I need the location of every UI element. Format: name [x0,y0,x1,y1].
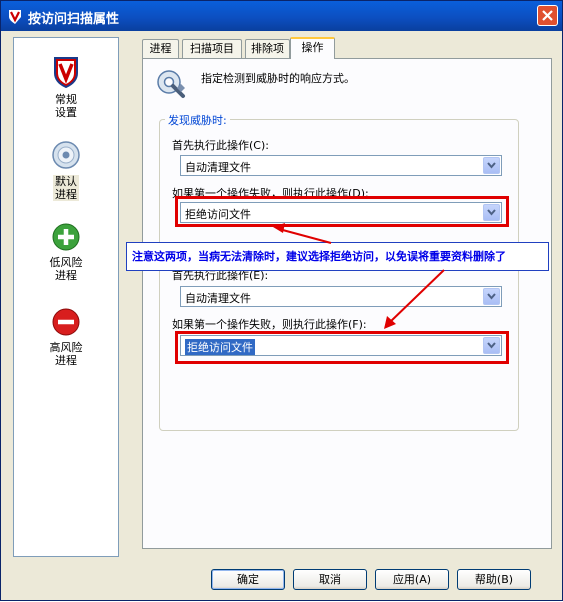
second-first-action-select[interactable]: 自动清理文件 [180,286,502,307]
second-first-action-value: 自动清理文件 [185,292,251,305]
first-action-value: 自动清理文件 [185,161,251,174]
header-description: 指定检测到威胁时的响应方式。 [201,72,355,85]
mcafee-shield-icon [9,10,21,24]
sidebar-label: 高风险 进程 [49,341,83,367]
gear-wrench-icon [157,70,185,98]
sidebar-label: 默认 进程 [53,175,79,201]
title-bar[interactable]: 按访问扫描属性 [1,1,562,31]
cancel-button[interactable]: 取消 [293,569,367,590]
disc-icon [52,141,80,169]
sidebar-label: 低风险 进程 [49,256,83,282]
chevron-down-icon[interactable] [483,288,500,305]
green-plus-icon [52,223,80,251]
actions-panel: 指定检测到威胁时的响应方式。 发现威胁时: 首先执行此操作(C): 自动清理文件… [142,58,552,549]
close-icon [542,10,553,21]
first-action-label: 首先执行此操作(C): [172,139,269,152]
highlight-box-second-fallback [175,331,509,364]
dialog-window: 按访问扫描属性 常规 设置 默认 进程 低风险 进程 高风险 进程 进程 扫描项… [0,0,563,601]
group-title: 发现威胁时: [165,112,230,128]
threat-action-group: 发现威胁时: 首先执行此操作(C): 自动清理文件 如果第一个操作失败，则执行此… [159,112,519,431]
sidebar-item-general-settings[interactable]: 常规 设置 [14,56,118,119]
second-fallback-action-label: 如果第一个操作失败，则执行此操作(F): [172,318,367,331]
apply-button[interactable]: 应用(A) [375,569,449,590]
category-sidebar: 常规 设置 默认 进程 低风险 进程 高风险 进程 [13,37,119,557]
chevron-down-icon[interactable] [483,157,500,174]
sidebar-label: 常规 设置 [55,93,77,119]
sidebar-item-default-process[interactable]: 默认 进程 [14,140,118,201]
highlight-box-fallback [175,196,509,227]
shield-v-icon [54,57,78,88]
tab-actions[interactable]: 操作 [290,37,335,59]
tab-strip: 进程 扫描项目 排除项 操作 [142,37,552,59]
close-button[interactable] [537,5,558,26]
ok-button[interactable]: 确定 [211,569,285,590]
sidebar-item-low-risk-process[interactable]: 低风险 进程 [14,223,118,282]
help-button[interactable]: 帮助(B) [457,569,531,590]
sidebar-item-high-risk-process[interactable]: 高风险 进程 [14,308,118,367]
window-title: 按访问扫描属性 [28,12,120,27]
tab-scan-items[interactable]: 扫描项目 [182,39,242,58]
annotation-note: 注意这两项，当病无法清除时，建议选择拒绝访问，以免误将重要资料删除了 [126,242,549,271]
red-minus-icon [52,308,80,336]
tab-process[interactable]: 进程 [142,39,179,58]
tab-exclusions[interactable]: 排除项 [245,39,290,58]
first-action-select[interactable]: 自动清理文件 [180,155,502,176]
